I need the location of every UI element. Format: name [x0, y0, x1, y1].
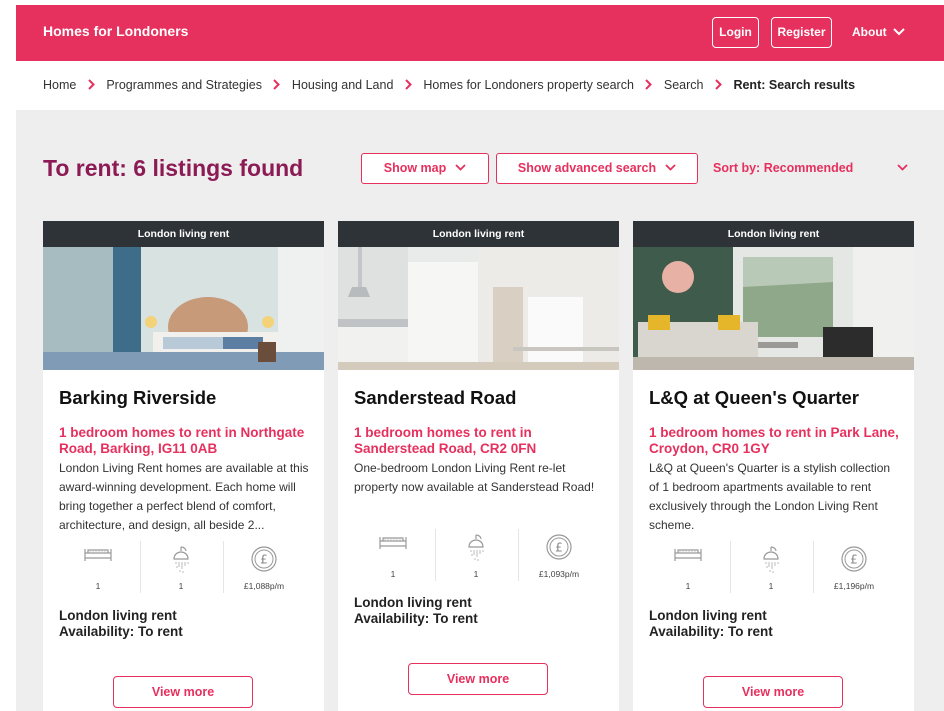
chevron-right-icon: [273, 79, 281, 90]
svg-text:£: £: [850, 553, 858, 567]
listing-subtitle[interactable]: 1 bedroom homes to rent in Northgate Roa…: [59, 425, 311, 457]
listing-card: London living rent Barking Riverside 1 b…: [43, 221, 324, 711]
chevron-right-icon: [715, 79, 722, 90]
bedrooms-value: 1: [390, 569, 396, 579]
price-feature: £ £1,196p/m: [813, 541, 895, 597]
register-button[interactable]: Register: [771, 17, 832, 48]
listing-features: 1 1 £ £1,196p/m: [633, 541, 914, 607]
shower-icon: [763, 546, 779, 573]
breadcrumb-current: Rent: Search results: [733, 77, 856, 92]
listing-features: 1 1 £ £1,088p/m: [43, 541, 324, 607]
view-more-button[interactable]: View more: [113, 676, 253, 708]
bed-icon: [379, 537, 407, 549]
bedrooms-value: 1: [685, 581, 691, 591]
bathrooms-feature: 1: [140, 541, 222, 597]
listing-availability: Availability: To rent: [59, 624, 183, 639]
pound-icon: £: [251, 546, 277, 572]
chevron-down-icon: [665, 164, 676, 171]
shower-icon: [468, 534, 484, 561]
listing-description: One-bedroom London Living Rent re-let pr…: [354, 461, 595, 494]
listing-description: London Living Rent homes are available a…: [59, 461, 309, 532]
chevron-right-icon: [645, 79, 653, 90]
breadcrumb: Home Programmes and Strategies Housing a…: [43, 77, 855, 92]
view-more-button[interactable]: View more: [703, 676, 843, 708]
chevron-down-icon: [455, 164, 466, 171]
listing-image[interactable]: [633, 247, 914, 370]
listing-rent-type: London living rent: [59, 608, 177, 623]
bathrooms-value: 1: [768, 581, 774, 591]
bed-icon: [84, 549, 112, 561]
price-value: £1,093p/m: [538, 569, 580, 579]
listing-availability: Availability: To rent: [354, 611, 478, 626]
price-value: £1,196p/m: [833, 581, 875, 591]
results-heading: To rent: 6 listings found: [43, 155, 304, 181]
breadcrumb-search[interactable]: Search: [664, 78, 704, 92]
results-area: To rent: 6 listings found Show map Show …: [16, 110, 944, 711]
bedrooms-feature: 1: [352, 529, 434, 585]
listing-title: Barking Riverside: [59, 387, 217, 408]
bathrooms-feature: 1: [730, 541, 812, 597]
listing-subtitle[interactable]: 1 bedroom homes to rent in Sanderstead R…: [354, 425, 606, 457]
chevron-right-icon: [405, 79, 412, 90]
price-value: £1,088p/m: [243, 581, 285, 591]
shower-icon: [173, 546, 189, 573]
listing-card: London living rent Sanderstead Road 1 be…: [338, 221, 619, 711]
login-button[interactable]: Login: [712, 17, 759, 48]
bathrooms-feature: 1: [435, 529, 517, 585]
svg-text:£: £: [555, 541, 563, 555]
bathrooms-value: 1: [473, 569, 479, 579]
breadcrumb-housing-land[interactable]: Housing and Land: [292, 78, 393, 92]
bedrooms-feature: 1: [57, 541, 139, 597]
price-feature: £ £1,088p/m: [223, 541, 305, 597]
listing-tag: London living rent: [633, 221, 914, 247]
advanced-search-button[interactable]: Show advanced search: [496, 153, 698, 184]
bathrooms-value: 1: [178, 581, 184, 591]
listing-title: L&Q at Queen's Quarter: [649, 387, 860, 408]
svg-text:£: £: [260, 553, 268, 567]
listing-image[interactable]: [338, 247, 619, 370]
about-menu[interactable]: About: [852, 17, 905, 48]
listing-subtitle[interactable]: 1 bedroom homes to rent in Park Lane, Cr…: [649, 425, 901, 457]
show-map-button[interactable]: Show map: [361, 153, 489, 184]
bedrooms-value: 1: [95, 581, 101, 591]
listing-image[interactable]: [43, 247, 324, 370]
site-header: Homes for Londoners Login Register About: [16, 5, 944, 61]
listing-rent-type: London living rent: [649, 608, 767, 623]
listing-description: L&Q at Queen's Quarter is a stylish coll…: [649, 461, 891, 532]
brand-link[interactable]: Homes for Londoners: [43, 23, 188, 39]
listing-card: London living rent L&Q at Queen's Quarte…: [633, 221, 914, 711]
pound-icon: £: [841, 546, 867, 572]
breadcrumb-programmes[interactable]: Programmes and Strategies: [106, 78, 262, 92]
listing-rent-type: London living rent: [354, 595, 472, 610]
listing-availability: Availability: To rent: [649, 624, 773, 639]
listing-title: Sanderstead Road: [354, 387, 517, 408]
chevron-right-icon: [88, 79, 95, 90]
chevron-down-icon: [897, 164, 908, 171]
advanced-search-label: Show advanced search: [517, 161, 657, 175]
listing-features: 1 1 £ £1,093p/m: [338, 529, 619, 595]
sort-select[interactable]: Sort by: Recommended: [713, 153, 908, 184]
bedrooms-feature: 1: [647, 541, 729, 597]
about-label: About: [852, 25, 887, 39]
sort-label: Sort by: Recommended: [713, 161, 854, 175]
bed-icon: [674, 549, 702, 561]
breadcrumb-home[interactable]: Home: [43, 78, 76, 92]
chevron-down-icon: [892, 28, 905, 36]
show-map-label: Show map: [383, 161, 447, 175]
pound-icon: £: [546, 534, 572, 560]
breadcrumb-property-search[interactable]: Homes for Londoners property search: [423, 78, 634, 92]
price-feature: £ £1,093p/m: [518, 529, 600, 585]
listing-tag: London living rent: [338, 221, 619, 247]
view-more-button[interactable]: View more: [408, 663, 548, 695]
listing-tag: London living rent: [43, 221, 324, 247]
